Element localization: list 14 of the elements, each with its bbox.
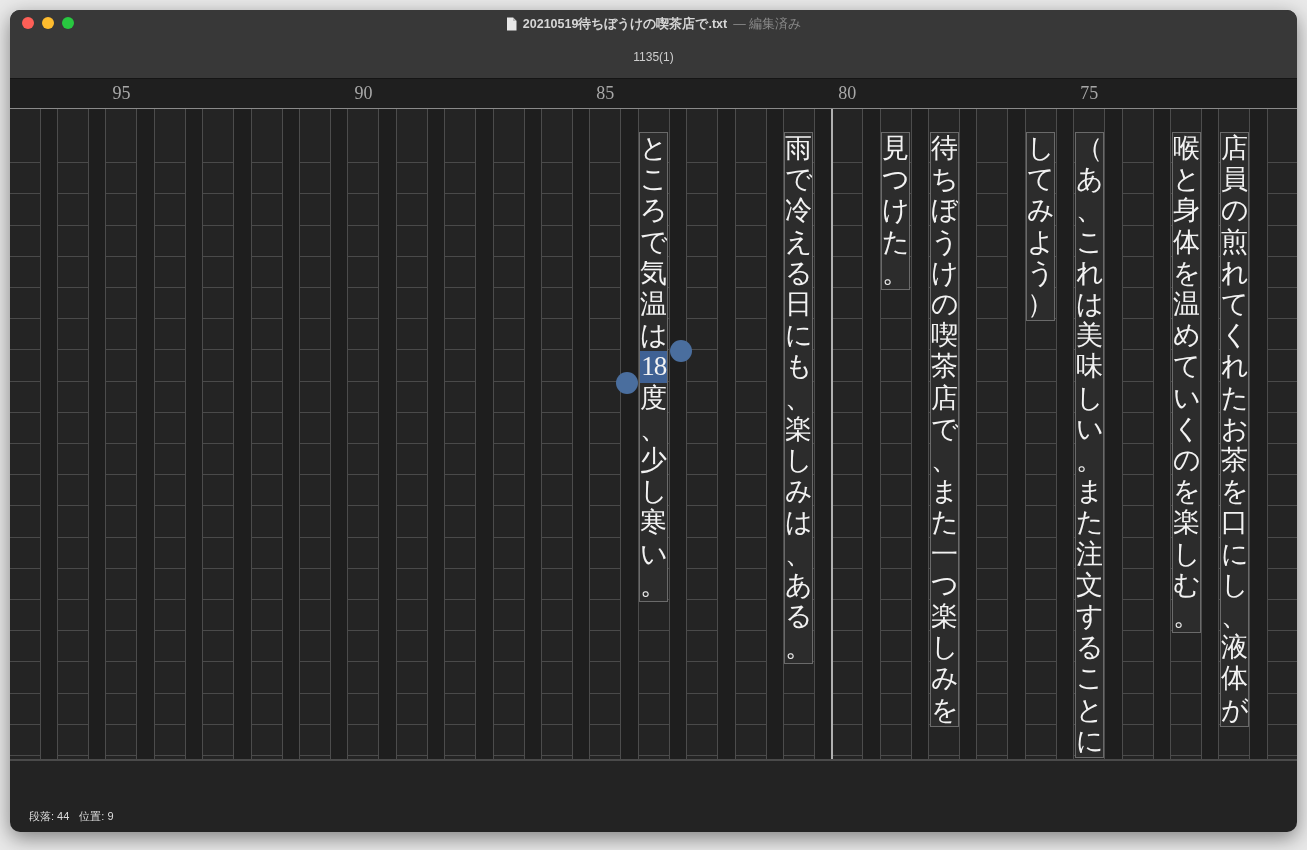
document-icon bbox=[505, 17, 517, 31]
ruler-label: 80 bbox=[838, 83, 857, 104]
edited-status: — 編集済み bbox=[733, 15, 802, 33]
zoom-button[interactable] bbox=[62, 17, 74, 29]
page-info: 1135(1) bbox=[633, 50, 674, 64]
ruler-label: 95 bbox=[112, 83, 131, 104]
minimize-button[interactable] bbox=[42, 17, 54, 29]
ruler-label: 75 bbox=[1080, 83, 1099, 104]
ruler-label: 85 bbox=[596, 83, 615, 104]
ruler-label: 90 bbox=[354, 83, 373, 104]
paragraph-status: 段落: 44 bbox=[29, 809, 70, 824]
position-status: 位置: 9 bbox=[79, 809, 114, 824]
window-title: 20210519待ちぼうけの喫茶店で.txt bbox=[522, 15, 728, 33]
close-button[interactable] bbox=[22, 17, 34, 29]
